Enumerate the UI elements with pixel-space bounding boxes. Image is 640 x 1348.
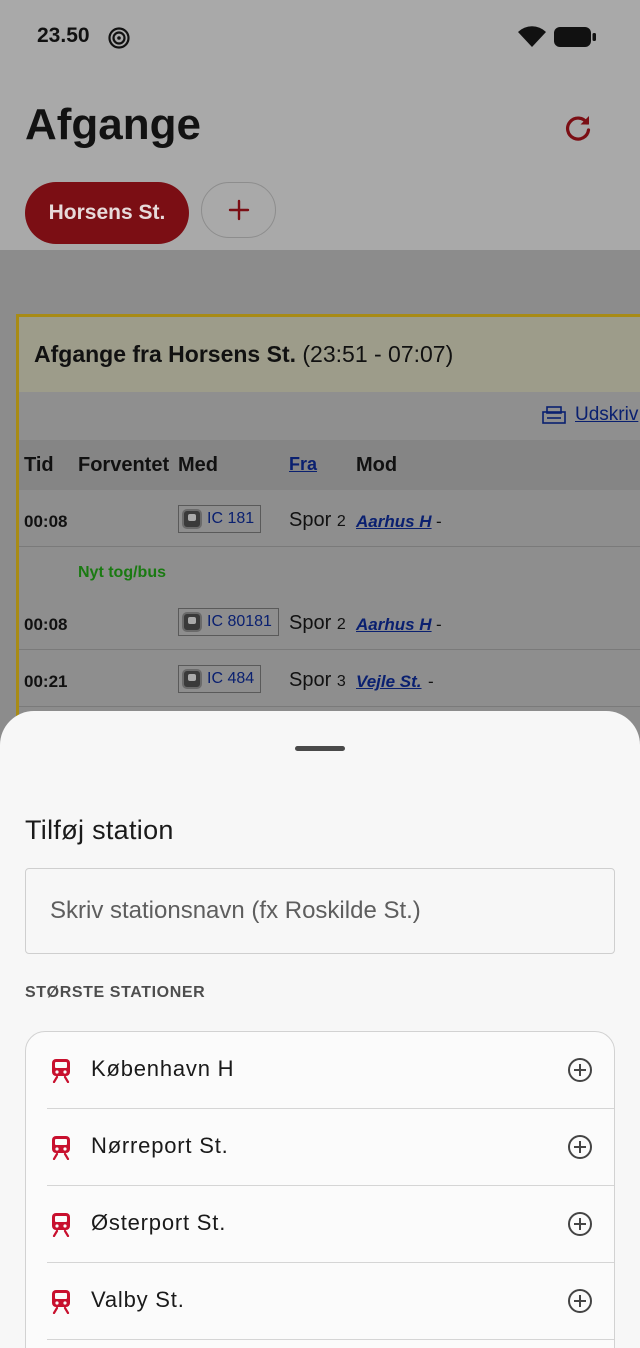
- destination-link[interactable]: Aarhus H: [356, 615, 432, 635]
- remark: -: [436, 512, 442, 531]
- station-item-norreport[interactable]: Nørreport St.: [26, 1109, 614, 1186]
- add-circle-icon[interactable]: [566, 1210, 594, 1238]
- station-item-valby[interactable]: Valby St.: [26, 1263, 614, 1340]
- train-number: IC 484: [207, 670, 255, 687]
- train-badge[interactable]: IC 80181: [178, 608, 279, 636]
- add-station-sheet: Tilføj station STØRSTE STATIONER Københa…: [0, 711, 640, 1348]
- print-link[interactable]: Udskriv: [575, 404, 638, 426]
- printer-icon[interactable]: [542, 406, 566, 424]
- departure-board: Afgange fra Horsens St. (23:51 - 07:07) …: [16, 314, 640, 734]
- add-circle-icon[interactable]: [566, 1287, 594, 1315]
- section-label: STØRSTE STATIONER: [25, 984, 206, 1001]
- station-name: København H: [91, 1056, 235, 1081]
- train-icon: [182, 509, 202, 529]
- table-row: Nyt tog/bus 00:08 IC 80181 Spor 2 Aarhus…: [19, 547, 640, 650]
- app-header: Afgange Horsens St.: [0, 76, 640, 250]
- train-number: IC 80181: [207, 613, 272, 630]
- divider: [47, 1338, 614, 1340]
- train-icon: [52, 1290, 70, 1314]
- train-icon: [52, 1059, 70, 1083]
- remark: -: [436, 615, 442, 634]
- station-search-input[interactable]: [25, 868, 615, 954]
- board-header: Afgange fra Horsens St. (23:51 - 07:07): [19, 317, 640, 392]
- destination-link[interactable]: Vejle St.: [356, 672, 422, 692]
- target-icon: [108, 27, 130, 49]
- col-fra-link[interactable]: Fra: [289, 454, 317, 475]
- add-station-chip[interactable]: [201, 182, 276, 238]
- track-info: Spor 3: [289, 669, 346, 691]
- track-info: Spor 2: [289, 612, 346, 634]
- battery-icon: [554, 27, 596, 47]
- drag-handle[interactable]: [295, 746, 345, 751]
- station-item-kobenhavn-h[interactable]: København H: [26, 1032, 614, 1109]
- page-title: Afgange: [25, 100, 201, 149]
- expected-note: Nyt tog/bus: [78, 564, 166, 581]
- station-name: Nørreport St.: [91, 1133, 229, 1158]
- remark: -: [428, 672, 434, 691]
- station-name: Østerport St.: [91, 1210, 227, 1235]
- train-badge[interactable]: IC 484: [178, 665, 262, 693]
- wifi-icon: [518, 26, 546, 47]
- train-badge[interactable]: IC 181: [178, 505, 262, 533]
- departure-time: 00:08: [24, 512, 68, 531]
- train-icon: [182, 612, 202, 632]
- train-icon: [182, 669, 202, 689]
- departure-time: 00:08: [24, 615, 68, 634]
- train-number: IC 181: [207, 510, 255, 527]
- col-tid: Tid: [24, 454, 54, 476]
- status-time: 23.50: [37, 24, 90, 47]
- col-forventet: Forventet: [78, 454, 170, 476]
- table-row: 00:08 IC 181 Spor 2 Aarhus H -: [19, 490, 640, 547]
- station-item-osterport[interactable]: Østerport St.: [26, 1186, 614, 1263]
- station-list: København H Nørreport St. Østerport St. …: [25, 1031, 615, 1348]
- table-row: 00:21 IC 484 Spor 3 Vejle St. -: [19, 650, 640, 707]
- add-circle-icon[interactable]: [566, 1056, 594, 1084]
- board-title: Afgange fra Horsens St. (23:51 - 07:07): [34, 341, 454, 367]
- track-info: Spor 2: [289, 509, 346, 531]
- print-row: Udskriv: [19, 392, 640, 440]
- train-icon: [52, 1213, 70, 1237]
- destination-link[interactable]: Aarhus H: [356, 512, 432, 532]
- col-med: Med: [178, 454, 218, 476]
- add-circle-icon[interactable]: [566, 1133, 594, 1161]
- station-name: Valby St.: [91, 1287, 185, 1312]
- departure-time: 00:21: [24, 672, 68, 691]
- refresh-icon[interactable]: [560, 110, 596, 146]
- station-chip-horsens[interactable]: Horsens St.: [25, 182, 189, 244]
- status-bar: 23.50: [0, 0, 640, 76]
- sheet-title: Tilføj station: [25, 815, 174, 845]
- board-column-header: Tid Forventet Med Fra Mod: [19, 440, 640, 490]
- train-icon: [52, 1136, 70, 1160]
- col-mod: Mod: [356, 454, 398, 476]
- plus-icon: [228, 199, 249, 221]
